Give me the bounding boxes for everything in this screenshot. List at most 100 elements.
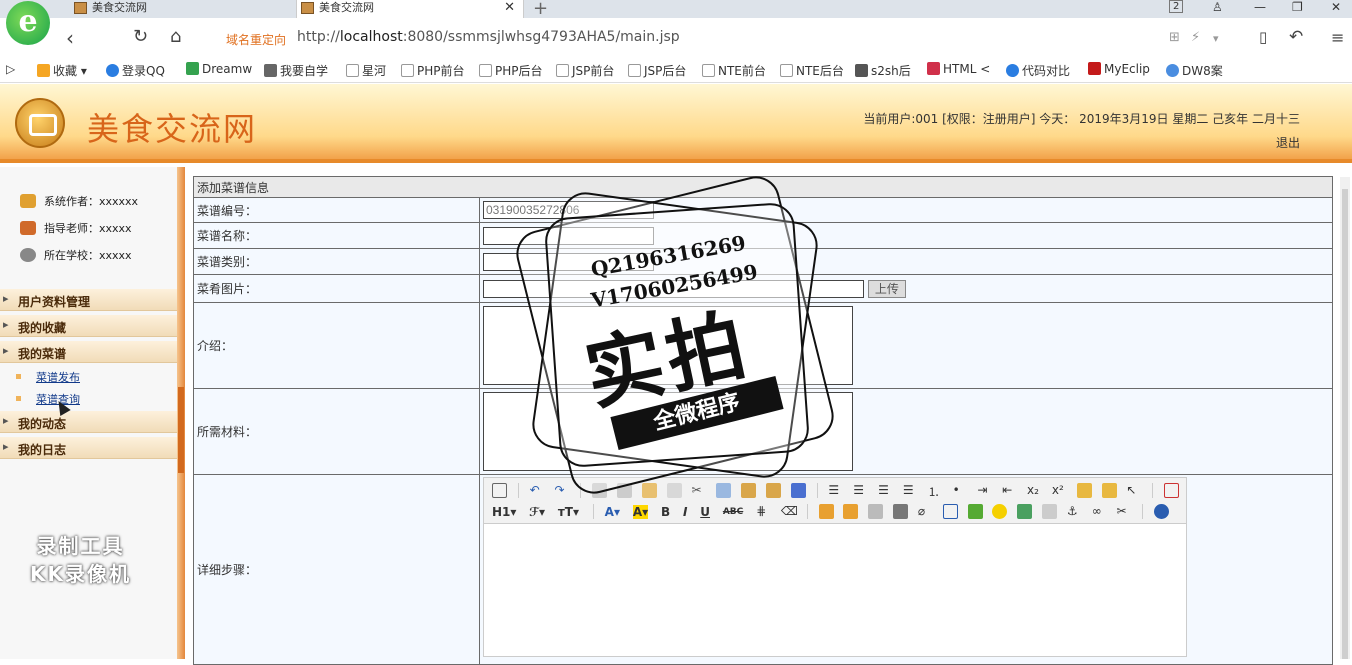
bookmark-item[interactable]: NTE后台 [780, 62, 844, 79]
bookmark-item[interactable]: 代码对比 [1006, 62, 1070, 79]
bookmark-item[interactable]: s2sh后 [855, 62, 911, 79]
table-border-icon[interactable]: ⋕ [756, 504, 771, 519]
font-family-dropdown[interactable]: ℱ▾ [529, 505, 545, 519]
align-left-icon[interactable]: ☰ [828, 483, 843, 498]
intro-textarea[interactable] [483, 306, 853, 385]
restore-icon[interactable]: ❐ [1292, 0, 1303, 14]
link-icon[interactable]: ∞ [1092, 504, 1107, 519]
bookmark-item[interactable]: PHP前台 [401, 62, 465, 79]
fullscreen-icon[interactable] [1164, 483, 1180, 498]
strike-button[interactable]: ABC [723, 507, 743, 517]
logout-link[interactable]: 退出 [1276, 134, 1300, 151]
insert-row-icon[interactable] [818, 504, 834, 519]
align-center-icon[interactable]: ☰ [853, 483, 868, 498]
grid-icon[interactable]: ⊞ [1169, 30, 1180, 45]
highlight-dropdown[interactable]: A▾ [632, 504, 649, 519]
minimize-icon[interactable]: — [1254, 0, 1266, 14]
image-edit-icon[interactable] [868, 504, 884, 519]
bold-button[interactable]: B [661, 505, 670, 519]
scrollbar-thumb[interactable] [1342, 189, 1348, 659]
unordered-list-icon[interactable]: • [953, 483, 968, 498]
outdent-icon[interactable]: ⇤ [1002, 483, 1017, 498]
indent-icon[interactable]: ⇥ [977, 483, 992, 498]
materials-textarea[interactable] [483, 392, 853, 471]
recipe-category-field[interactable] [483, 252, 654, 271]
undo-icon[interactable]: ↶ [1289, 27, 1303, 47]
sidebar-splitter[interactable] [177, 167, 185, 659]
bookmark-icon[interactable]: ▯ [1259, 28, 1267, 46]
source-icon[interactable] [492, 483, 507, 498]
copy-icon[interactable] [716, 483, 732, 498]
bookmark-item[interactable]: HTML < [927, 62, 990, 76]
menu-icon[interactable]: ≡ [1331, 28, 1344, 47]
paste-word-icon[interactable] [790, 483, 806, 498]
menu-my-recipes[interactable]: 我的菜谱 [0, 341, 177, 363]
undo-icon[interactable]: ↶ [530, 483, 545, 498]
bookmark-item[interactable]: 我要自学 [264, 62, 328, 79]
bookmark-item[interactable]: DW8案 [1166, 62, 1223, 79]
browser-tab-active[interactable]: 美食交流网 ✕ [296, 0, 524, 18]
insert-col-icon[interactable] [843, 504, 859, 519]
bookmark-item[interactable]: 登录QQ [106, 62, 165, 79]
close-tab-icon[interactable]: ✕ [504, 0, 515, 16]
clear-format-icon[interactable] [1076, 483, 1092, 498]
font-color-dropdown[interactable]: A▾ [605, 505, 620, 519]
submenu-recipe-publish[interactable]: 菜谱发布 [16, 369, 80, 385]
recipe-code-field[interactable] [483, 201, 654, 219]
bookmark-item[interactable]: JSP前台 [556, 62, 614, 79]
subscript-icon[interactable]: x₂ [1027, 483, 1042, 498]
video-icon[interactable] [893, 504, 909, 519]
help-icon[interactable] [1154, 504, 1170, 519]
justify-icon[interactable]: ☰ [903, 483, 918, 498]
menu-my-journal[interactable]: 我的日志 [0, 437, 177, 459]
sidebar-toggle-icon[interactable]: ▷ [6, 62, 15, 76]
recipe-name-field[interactable] [483, 226, 654, 245]
emoji-icon[interactable] [992, 504, 1008, 519]
paste-text-icon[interactable] [765, 483, 781, 498]
bookmark-item[interactable]: 收藏 ▾ [37, 62, 87, 79]
insert-line-icon[interactable] [967, 504, 983, 519]
font-size-dropdown[interactable]: ᴛT▾ [558, 505, 579, 519]
paste-icon[interactable] [741, 483, 757, 498]
bookmark-item[interactable]: PHP后台 [479, 62, 543, 79]
back-icon[interactable]: ‹ [66, 26, 74, 50]
unlink-icon[interactable]: ✂ [1117, 504, 1132, 519]
anchor-icon[interactable]: ⚓ [1067, 504, 1082, 519]
bookmark-item[interactable]: JSP后台 [628, 62, 686, 79]
redirect-label[interactable]: 域名重定向 [226, 31, 286, 48]
redo-icon[interactable]: ↷ [554, 483, 569, 498]
eraser-icon[interactable]: ⌫ [781, 504, 798, 519]
browser-tab[interactable]: 美食交流网 [70, 0, 294, 18]
table-icon[interactable] [942, 504, 958, 519]
close-window-icon[interactable]: ✕ [1331, 0, 1341, 14]
italic-button[interactable]: I [683, 505, 687, 519]
insert-image-icon[interactable] [1017, 504, 1033, 519]
attachment-icon[interactable]: ⌀ [918, 504, 933, 519]
align-right-icon[interactable]: ☰ [878, 483, 893, 498]
bookmark-item[interactable]: MyEclip [1088, 62, 1150, 76]
cut-icon[interactable]: ✂ [691, 483, 706, 498]
tab-count-badge[interactable]: 2 [1169, 0, 1184, 13]
bookmark-item[interactable]: NTE前台 [702, 62, 766, 79]
rich-text-editor[interactable]: ↶ ↷ ✂ ☰ ☰ ☰ ☰ ⒈ • ⇥ ⇤ x₂ x² ↖ H1▾ ℱ▾ ᴛT▾… [483, 477, 1187, 657]
preview-icon[interactable] [616, 483, 632, 498]
menu-favorites[interactable]: 我的收藏 [0, 315, 177, 337]
page-scrollbar[interactable] [1340, 177, 1350, 659]
home-icon[interactable]: ⌂ [170, 26, 181, 47]
superscript-icon[interactable]: x² [1052, 483, 1067, 498]
bookmark-item[interactable]: Dreamw [186, 62, 252, 76]
print-icon[interactable] [592, 483, 608, 498]
menu-user-profile[interactable]: 用户资料管理 [0, 289, 177, 311]
underline-button[interactable]: U [700, 505, 710, 519]
ordered-list-icon[interactable]: ⒈ [928, 483, 943, 499]
heading-dropdown[interactable]: H1▾ [492, 505, 516, 519]
new-tab-icon[interactable]: + [533, 0, 548, 19]
upload-button[interactable]: 上传 [867, 279, 906, 298]
shirt-skin-icon[interactable]: ♙ [1212, 0, 1223, 14]
chevron-down-icon[interactable]: ▾ [1213, 32, 1219, 45]
pointer-icon[interactable]: ↖ [1126, 483, 1141, 498]
url-field[interactable]: http://localhost:8080/ssmmsjlwhsg4793AHA… [297, 29, 680, 45]
bookmark-item[interactable]: 星河 [346, 62, 386, 79]
code-icon[interactable] [666, 483, 682, 498]
template-icon[interactable] [641, 483, 657, 498]
